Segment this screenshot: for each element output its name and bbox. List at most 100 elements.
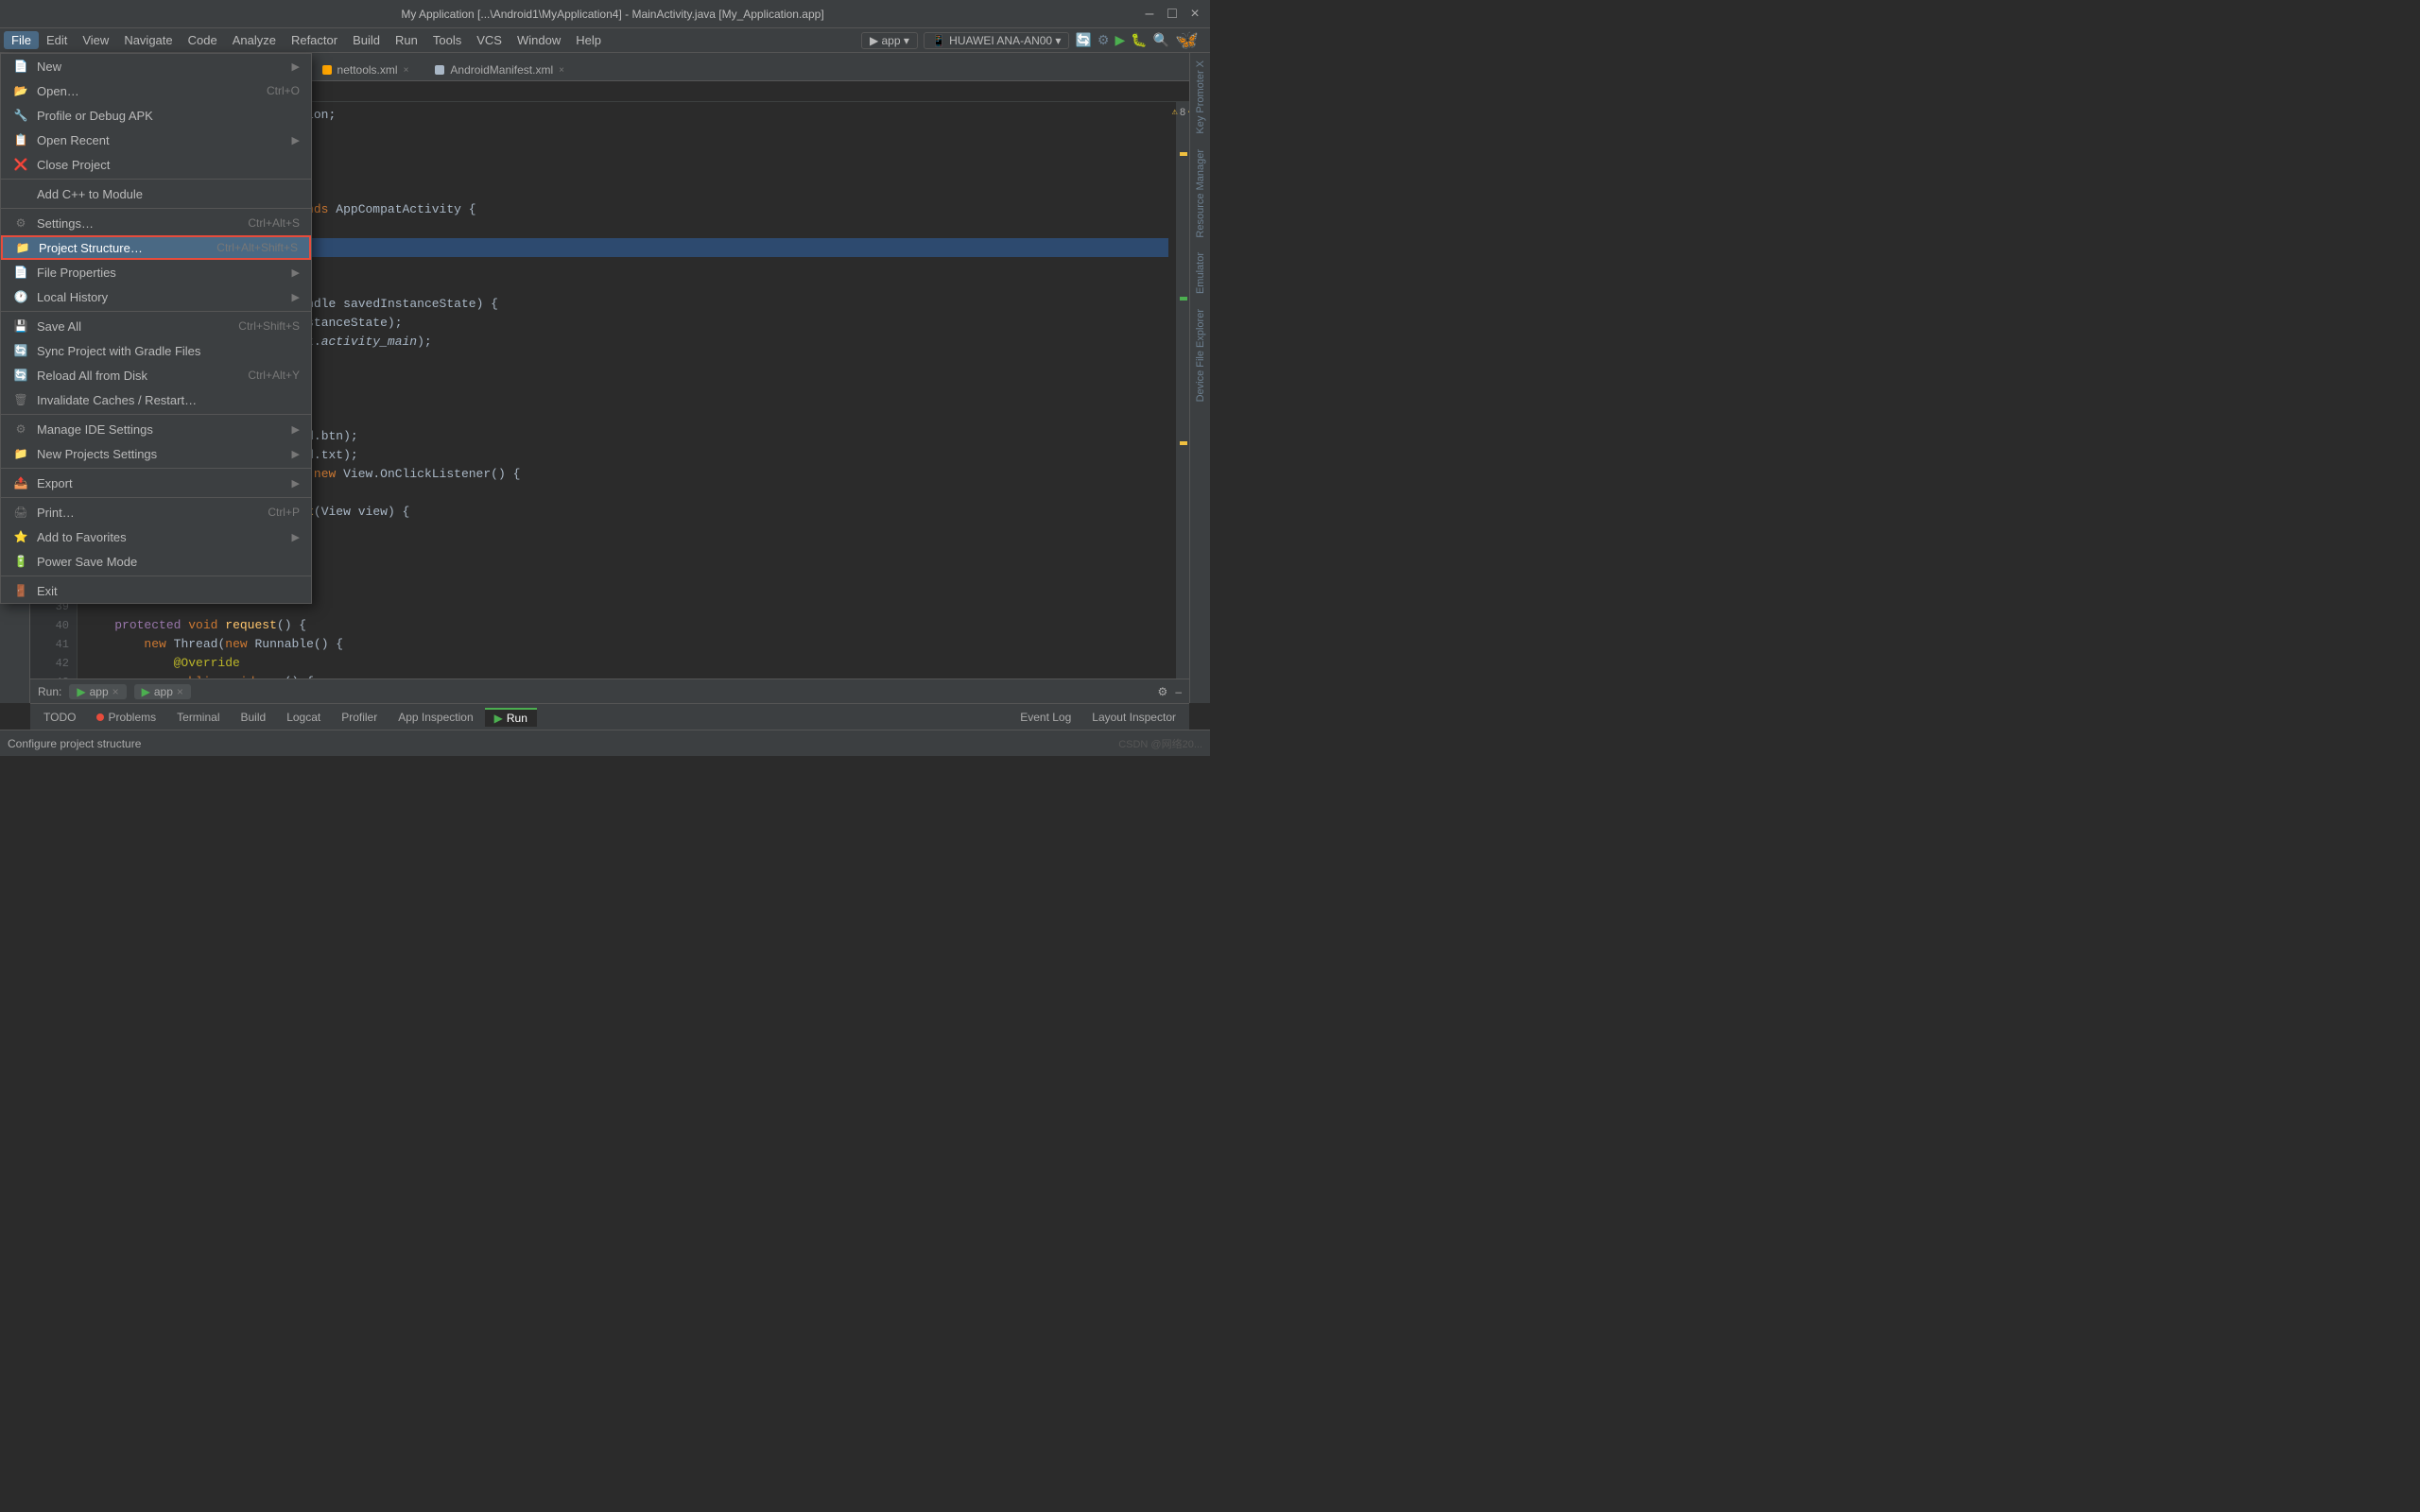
divider-6 [1,497,311,498]
menu-item-add-favorites[interactable]: ⭐ Add to Favorites ▶ [1,524,311,549]
menu-bar: File Edit View Navigate Code Analyze Ref… [0,28,1210,53]
menu-navigate[interactable]: Navigate [116,31,180,49]
run-app-tab-1[interactable]: ▶ app × [69,684,126,699]
menu-build[interactable]: Build [345,31,388,49]
menu-window[interactable]: Window [510,31,568,49]
favorites-icon: ⭐ [12,528,29,545]
divider-2 [1,208,311,209]
close-project-icon: ❌ [12,156,29,173]
divider-5 [1,468,311,469]
menu-item-project-structure[interactable]: 📁 Project Structure… Ctrl+Alt+Shift+S [1,235,311,260]
menu-item-settings[interactable]: ⚙ Settings… Ctrl+Alt+S [1,211,311,235]
menu-analyze[interactable]: Analyze [225,31,284,49]
menu-item-manage-ide[interactable]: ⚙ Manage IDE Settings ▶ [1,417,311,441]
invalidate-icon: 🗑 [12,391,29,408]
close-button[interactable]: × [1187,7,1202,22]
menu-refactor[interactable]: Refactor [284,31,345,49]
tab-run[interactable]: ▶ Run [485,708,537,727]
settings-icon: ⚙ [12,215,29,232]
menu-item-invalidate-caches[interactable]: 🗑 Invalidate Caches / Restart… [1,387,311,412]
device-file-tool[interactable]: Device File Explorer [1193,301,1208,409]
tab-problems[interactable]: Problems [87,709,165,726]
minimize-button[interactable]: – [1142,7,1157,22]
divider-3 [1,311,311,312]
maximize-button[interactable]: □ [1165,7,1180,22]
menu-item-close-project[interactable]: ❌ Close Project [1,152,311,177]
tab-androidmanifest[interactable]: AndroidManifest.xml × [423,59,577,80]
build-icon[interactable]: ⚙ [1098,32,1110,48]
menu-item-export[interactable]: 📤 Export ▶ [1,471,311,495]
tab-build[interactable]: Build [232,709,276,726]
tab-profiler[interactable]: Profiler [332,709,387,726]
menu-item-local-history[interactable]: 🕐 Local History ▶ [1,284,311,309]
title-bar-title: My Application [...\Android1\MyApplicati… [83,8,1142,21]
key-promoter-tool[interactable]: Key Promoter X [1193,53,1208,142]
menu-item-add-cpp[interactable]: Add C++ to Module [1,181,311,206]
menu-item-sync-gradle[interactable]: 🔄 Sync Project with Gradle Files [1,338,311,363]
manage-icon: ⚙ [12,421,29,438]
menu-item-save-all[interactable]: 💾 Save All Ctrl+Shift+S [1,314,311,338]
emulator-tool[interactable]: Emulator [1193,245,1208,301]
menu-vcs[interactable]: VCS [469,31,510,49]
right-tool-panels: Key Promoter X Resource Manager Emulator… [1189,53,1210,703]
resource-manager-tool[interactable]: Resource Manager [1193,142,1208,246]
close-run-2[interactable]: × [177,685,183,698]
menu-edit[interactable]: Edit [39,31,75,49]
cpp-icon [12,185,29,202]
run-app-tab-2[interactable]: ▶ app × [134,684,191,699]
project-structure-icon: 📁 [14,239,31,256]
run-bar: Run: ▶ app × ▶ app × ⚙ – [30,679,1189,703]
warning-scrollbar[interactable]: ⚠8^ [1176,102,1189,703]
menu-item-open[interactable]: 📂 Open… Ctrl+O [1,78,311,103]
run-icon[interactable]: ▶ [1115,32,1125,48]
menu-item-file-properties[interactable]: 📄 File Properties ▶ [1,260,311,284]
tab-nettools[interactable]: nettools.xml × [310,59,422,80]
tab-event-log[interactable]: Event Log [1011,709,1080,726]
menu-item-print[interactable]: 🖨 Print… Ctrl+P [1,500,311,524]
export-icon: 📤 [12,474,29,491]
menu-item-open-recent[interactable]: 📋 Open Recent ▶ [1,128,311,152]
print-icon: 🖨 [12,504,29,521]
close-tab-androidmanifest[interactable]: × [559,65,564,76]
file-properties-icon: 📄 [12,264,29,281]
recent-icon: 📋 [12,131,29,148]
menu-item-profile-debug-apk[interactable]: 🔧 Profile or Debug APK [1,103,311,128]
reload-icon: 🔄 [12,367,29,384]
menu-item-new[interactable]: 📄 New ▶ [1,54,311,78]
menu-item-exit[interactable]: 🚪 Exit [1,578,311,603]
menu-run[interactable]: Run [388,31,425,49]
menu-item-reload-disk[interactable]: 🔄 Reload All from Disk Ctrl+Alt+Y [1,363,311,387]
bottom-tabs: TODO Problems Terminal Build Logcat Prof… [30,703,1189,730]
tab-terminal[interactable]: Terminal [167,709,229,726]
tab-app-inspection[interactable]: App Inspection [389,709,482,726]
divider-4 [1,414,311,415]
search-icon[interactable]: 🔍 [1153,32,1169,48]
menu-file[interactable]: File [4,31,39,49]
divider-1 [1,179,311,180]
menu-tools[interactable]: Tools [425,31,469,49]
run-settings-icon[interactable]: ⚙ [1158,685,1168,698]
power-save-icon: 🔋 [12,553,29,570]
menu-item-new-projects-settings[interactable]: 📁 New Projects Settings ▶ [1,441,311,466]
exit-icon: 🚪 [12,582,29,599]
menu-help[interactable]: Help [568,31,609,49]
debug-icon[interactable]: 🐛 [1131,32,1147,48]
new-projects-icon: 📁 [12,445,29,462]
bird-logo: 🦋 [1175,28,1199,52]
title-bar-controls[interactable]: – □ × [1142,7,1202,22]
device-dropdown[interactable]: 📱 HUAWEI ANA-AN00 ▾ [924,32,1070,49]
tab-logcat[interactable]: Logcat [277,709,330,726]
close-tab-nettools[interactable]: × [404,65,409,76]
problems-dot [96,713,104,721]
close-run-1[interactable]: × [112,685,119,698]
tab-todo[interactable]: TODO [34,709,85,726]
new-icon: 📄 [12,58,29,75]
menu-code[interactable]: Code [181,31,225,49]
menu-item-power-save[interactable]: 🔋 Power Save Mode [1,549,311,574]
run-minimize-icon[interactable]: – [1175,685,1182,698]
tab-layout-inspector[interactable]: Layout Inspector [1082,709,1185,726]
menu-view[interactable]: View [75,31,116,49]
run-config-dropdown[interactable]: ▶ app ▾ [861,32,918,49]
status-message: Configure project structure [8,737,141,750]
sync-icon[interactable]: 🔄 [1075,32,1091,48]
